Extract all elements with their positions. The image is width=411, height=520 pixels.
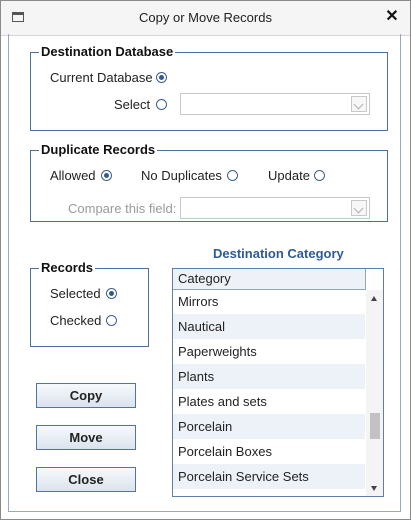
arrow-up-icon[interactable] <box>371 296 377 301</box>
records-legend: Records <box>39 260 96 275</box>
category-list[interactable]: Category Mirrors Nautical Paperweights P… <box>172 268 384 497</box>
list-item[interactable]: Plants <box>173 364 365 389</box>
close-button[interactable]: Close <box>36 467 136 492</box>
list-item[interactable]: Porcelain <box>173 414 365 439</box>
allowed-label: Allowed <box>50 168 96 183</box>
duplicate-records-legend: Duplicate Records <box>39 142 158 157</box>
select-database-label: Select <box>114 97 151 112</box>
arrow-down-icon[interactable] <box>371 486 377 491</box>
compare-field-select[interactable] <box>180 197 370 219</box>
dialog-title: Copy or Move Records <box>139 10 272 25</box>
destination-database-group: Destination Database <box>30 44 388 131</box>
current-database-label: Current Database <box>50 70 153 85</box>
move-button[interactable]: Move <box>36 425 136 450</box>
list-item[interactable]: Nautical <box>173 314 365 339</box>
no-duplicates-radio[interactable] <box>227 170 238 181</box>
update-radio[interactable] <box>314 170 325 181</box>
list-item[interactable]: Paperweights <box>173 339 365 364</box>
list-scrollbar[interactable] <box>366 290 383 496</box>
compare-field-label: Compare this field: <box>68 201 177 216</box>
selected-radio[interactable] <box>106 288 117 299</box>
scrollbar-thumb[interactable] <box>370 413 380 439</box>
destination-database-legend: Destination Database <box>39 44 176 59</box>
list-item[interactable]: Porcelain Boxes <box>173 439 365 464</box>
records-group: Records <box>30 260 149 347</box>
chevron-down-icon[interactable] <box>351 200 367 216</box>
destination-category-title: Destination Category <box>213 246 344 261</box>
copy-button[interactable]: Copy <box>36 383 136 408</box>
chevron-down-icon[interactable] <box>351 96 367 112</box>
database-select[interactable] <box>180 93 370 115</box>
no-duplicates-label: No Duplicates <box>141 168 222 183</box>
list-item[interactable]: Porcelain Shoes <box>173 489 365 496</box>
category-column-header[interactable]: Category <box>173 269 366 290</box>
list-item[interactable]: Porcelain Service Sets <box>173 464 365 489</box>
update-label: Update <box>268 168 310 183</box>
selected-label: Selected <box>50 286 101 301</box>
current-database-radio[interactable] <box>156 72 167 83</box>
list-item[interactable]: Plates and sets <box>173 389 365 414</box>
select-database-radio[interactable] <box>156 99 167 110</box>
allowed-radio[interactable] <box>101 170 112 181</box>
title-bar: Copy or Move Records ✕ <box>1 1 410 36</box>
list-item[interactable]: Mirrors <box>173 289 365 314</box>
checked-radio[interactable] <box>106 315 117 326</box>
close-icon[interactable]: ✕ <box>382 7 402 27</box>
checked-label: Checked <box>50 313 102 328</box>
